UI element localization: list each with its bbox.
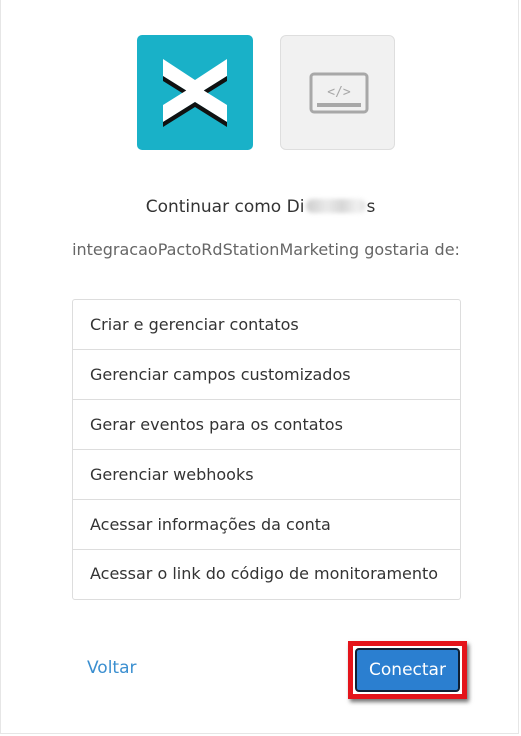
permission-request-text: integracaoPactoRdStationMarketing gostar… (72, 240, 460, 259)
svg-text:</>: </> (327, 85, 351, 100)
permission-item: Gerar eventos para os contatos (73, 400, 460, 450)
permissions-list: Criar e gerenciar contatos Gerenciar cam… (72, 299, 461, 600)
redacted-name (306, 199, 367, 213)
permission-item: Gerenciar campos customizados (73, 350, 460, 400)
permission-item: Acessar informações da conta (73, 500, 460, 550)
continue-prefix: Continuar como Di (145, 197, 305, 217)
permission-item: Gerenciar webhooks (73, 450, 460, 500)
continue-as-text: Continuar como Di s (0, 197, 521, 217)
back-link[interactable]: Voltar (87, 658, 137, 678)
connect-button[interactable]: Conectar (355, 648, 460, 692)
rd-station-logo-icon (137, 35, 253, 150)
continue-suffix: s (366, 197, 376, 217)
code-window-icon: </> (280, 35, 395, 150)
permission-item: Acessar o link do código de monitorament… (90, 564, 439, 583)
permission-item: Criar e gerenciar contatos (73, 300, 460, 350)
